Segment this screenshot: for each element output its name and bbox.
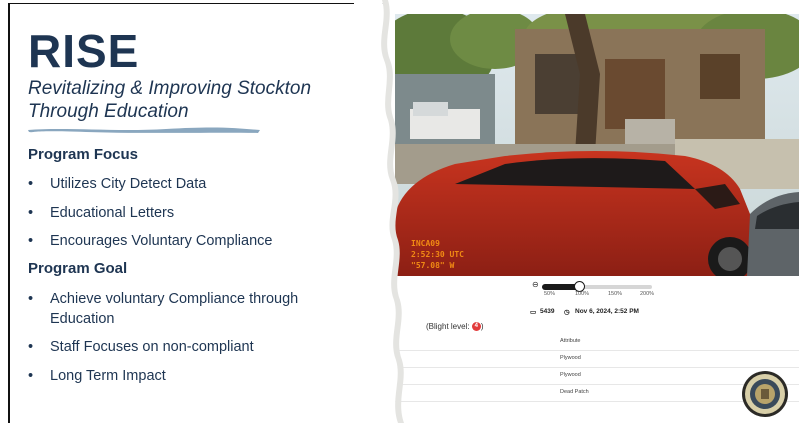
- camera-overlay-time: 2:52:30 UTC: [411, 250, 464, 259]
- attribute-cell: Dead Patch: [560, 389, 589, 395]
- image-count: 5439: [540, 308, 555, 315]
- torn-paper-edge: [354, 0, 404, 423]
- blight-level-badge: 4: [471, 322, 481, 332]
- inspection-details-panel: ⊖ 50% 100% 150% 200% ▭ 5439 ◷ Nov 6, 202…: [395, 276, 799, 423]
- image-icon: ▭: [530, 309, 537, 316]
- program-focus-heading: Program Focus: [28, 146, 139, 163]
- table-row[interactable]: Plywood: [395, 351, 799, 368]
- zoom-level-label: 200%: [640, 291, 655, 297]
- table-header-row: Attribute: [395, 334, 799, 351]
- column-header-attribute: Attribute: [560, 338, 581, 344]
- blight-level: (Blight level: 4): [426, 322, 484, 332]
- bullet-icon: •: [28, 368, 34, 384]
- bullet-icon: •: [28, 291, 34, 307]
- camera-overlay-coord: "57.08" W: [411, 261, 455, 270]
- slide-subtitle: Revitalizing & Improving Stockton Throug…: [28, 78, 312, 122]
- presentation-slide: RISE Revitalizing & Improving Stockton T…: [0, 0, 799, 423]
- brush-stroke-divider: [28, 127, 260, 133]
- table-row[interactable]: Dead Patch: [395, 385, 799, 402]
- city-seal-logo: [742, 371, 788, 417]
- capture-datetime: Nov 6, 2024, 2:52 PM: [575, 308, 639, 315]
- zoom-level-label: 150%: [608, 291, 623, 297]
- zoom-level-label: 100%: [575, 291, 590, 297]
- program-goal-heading: Program Goal: [28, 260, 128, 277]
- house-and-car-image: [395, 14, 799, 276]
- slide-title: RISE: [28, 25, 140, 77]
- bullet-icon: •: [28, 339, 34, 355]
- street-photo: INCA09 2:52:30 UTC "57.08" W: [395, 14, 799, 276]
- clock-icon: ◷: [564, 309, 570, 316]
- table-row[interactable]: Plywood: [395, 368, 799, 385]
- bullet-icon: •: [28, 233, 34, 249]
- zoom-out-icon[interactable]: ⊖: [532, 280, 539, 289]
- bullet-icon: •: [28, 176, 34, 192]
- camera-overlay-id: INCA09: [411, 239, 440, 248]
- attribute-cell: Plywood: [560, 372, 581, 378]
- bullet-icon: •: [28, 205, 34, 221]
- zoom-slider-fill: [542, 284, 579, 290]
- attribute-cell: Plywood: [560, 355, 581, 361]
- zoom-level-label: 50%: [544, 291, 556, 297]
